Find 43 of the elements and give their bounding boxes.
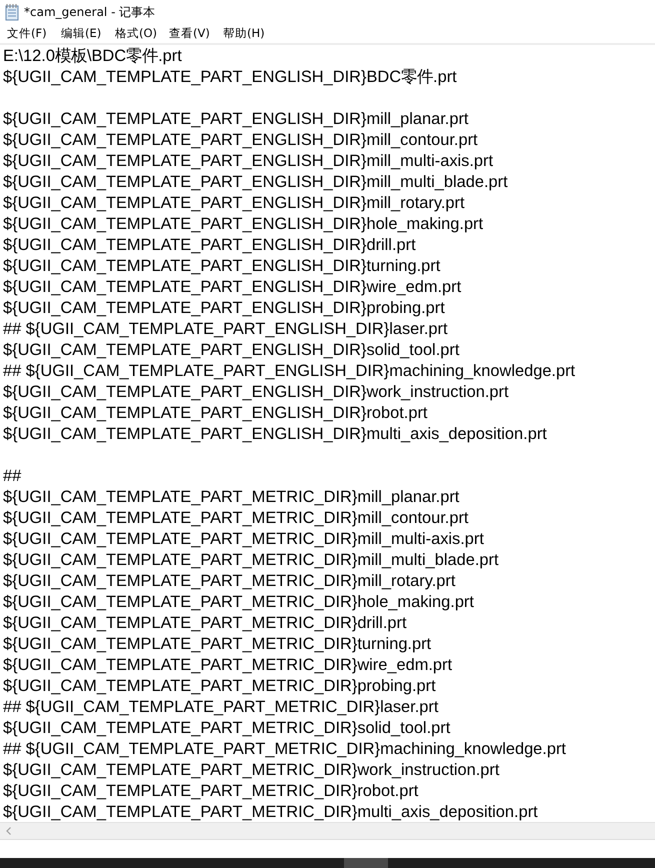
- text-line: ${UGII_CAM_TEMPLATE_PART_METRIC_DIR}mill_contour.prt: [3, 508, 468, 529]
- text-line: ## ${UGII_CAM_TEMPLATE_PART_METRIC_DIR}machining_knowledge.prt: [3, 739, 566, 760]
- text-line: ${UGII_CAM_TEMPLATE_PART_METRIC_DIR}mill_rotary.prt: [3, 571, 456, 592]
- text-line: ${UGII_CAM_TEMPLATE_PART_METRIC_DIR}solid_tool.prt: [3, 718, 450, 739]
- text-line: ${UGII_CAM_TEMPLATE_PART_ENGLISH_DIR}BDC零件.prt: [3, 67, 457, 88]
- taskbar-item[interactable]: [344, 858, 388, 868]
- menu-item[interactable]: 帮助(H): [218, 26, 272, 41]
- text-line: ## ${UGII_CAM_TEMPLATE_PART_ENGLISH_DIR}laser.prt: [3, 319, 448, 340]
- text-line: ${UGII_CAM_TEMPLATE_PART_ENGLISH_DIR}multi_axis_deposition.prt: [3, 424, 547, 445]
- text-line: ${UGII_CAM_TEMPLATE_PART_METRIC_DIR}turning.prt: [3, 634, 432, 655]
- menu-item[interactable]: 查看(V): [164, 26, 218, 41]
- menu-item[interactable]: 格式(O): [110, 26, 164, 41]
- text-line: ${UGII_CAM_TEMPLATE_PART_ENGLISH_DIR}mill_planar.prt: [3, 109, 468, 130]
- text-line: ${UGII_CAM_TEMPLATE_PART_METRIC_DIR}work_instruction.prt: [3, 760, 500, 781]
- text-line: ${UGII_CAM_TEMPLATE_PART_METRIC_DIR}mill_multi_blade.prt: [3, 550, 499, 571]
- window-title: *cam_general - 记事本: [24, 4, 156, 20]
- text-line: ## ${UGII_CAM_TEMPLATE_PART_ENGLISH_DIR}machining_knowledge.prt: [3, 361, 576, 382]
- text-line: ${UGII_CAM_TEMPLATE_PART_METRIC_DIR}probing.prt: [3, 676, 436, 697]
- text-line: ${UGII_CAM_TEMPLATE_PART_ENGLISH_DIR}work_instruction.prt: [3, 382, 509, 403]
- text-line: ${UGII_CAM_TEMPLATE_PART_METRIC_DIR}mill_multi-axis.prt: [3, 529, 484, 550]
- text-line: ##: [3, 466, 22, 487]
- text-line: ${UGII_CAM_TEMPLATE_PART_ENGLISH_DIR}mill_multi-axis.prt: [3, 151, 494, 172]
- text-line: ${UGII_CAM_TEMPLATE_PART_ENGLISH_DIR}mill_multi_blade.prt: [3, 172, 508, 193]
- text-line: ${UGII_CAM_TEMPLATE_PART_METRIC_DIR}mill_planar.prt: [3, 487, 460, 508]
- text-line: ${UGII_CAM_TEMPLATE_PART_ENGLISH_DIR}solid_tool.prt: [3, 340, 460, 361]
- menu-item[interactable]: 编辑(E): [56, 26, 110, 41]
- text-line: ${UGII_CAM_TEMPLATE_PART_ENGLISH_DIR}drill.prt: [3, 235, 416, 256]
- text-line: ${UGII_CAM_TEMPLATE_PART_METRIC_DIR}wire_edm.prt: [3, 655, 452, 676]
- text-line: ${UGII_CAM_TEMPLATE_PART_METRIC_DIR}multi_axis_deposition.prt: [3, 802, 538, 822]
- text-line: ${UGII_CAM_TEMPLATE_PART_ENGLISH_DIR}robot.prt: [3, 403, 428, 424]
- text-line: ${UGII_CAM_TEMPLATE_PART_METRIC_DIR}robot.prt: [3, 781, 418, 802]
- text-line: ${UGII_CAM_TEMPLATE_PART_ENGLISH_DIR}mill_contour.prt: [3, 130, 478, 151]
- text-line: ${UGII_CAM_TEMPLATE_PART_METRIC_DIR}drill.prt: [3, 613, 406, 634]
- text-line: E:\12.0模板\BDC零件.prt: [3, 46, 182, 67]
- text-line: ${UGII_CAM_TEMPLATE_PART_METRIC_DIR}hole_making.prt: [3, 592, 474, 613]
- notepad-icon: [4, 3, 20, 21]
- text-line: ${UGII_CAM_TEMPLATE_PART_ENGLISH_DIR}wire_edm.prt: [3, 277, 462, 298]
- menu-item[interactable]: 文件(F): [2, 26, 56, 41]
- text-line: ${UGII_CAM_TEMPLATE_PART_ENGLISH_DIR}probing.prt: [3, 298, 445, 319]
- text-line: ${UGII_CAM_TEMPLATE_PART_ENGLISH_DIR}mill_rotary.prt: [3, 193, 465, 214]
- text-line: ## ${UGII_CAM_TEMPLATE_PART_METRIC_DIR}laser.prt: [3, 697, 438, 718]
- text-line: ${UGII_CAM_TEMPLATE_PART_ENGLISH_DIR}turning.prt: [3, 256, 440, 277]
- text-line: ${UGII_CAM_TEMPLATE_PART_ENGLISH_DIR}hole_making.prt: [3, 214, 484, 235]
